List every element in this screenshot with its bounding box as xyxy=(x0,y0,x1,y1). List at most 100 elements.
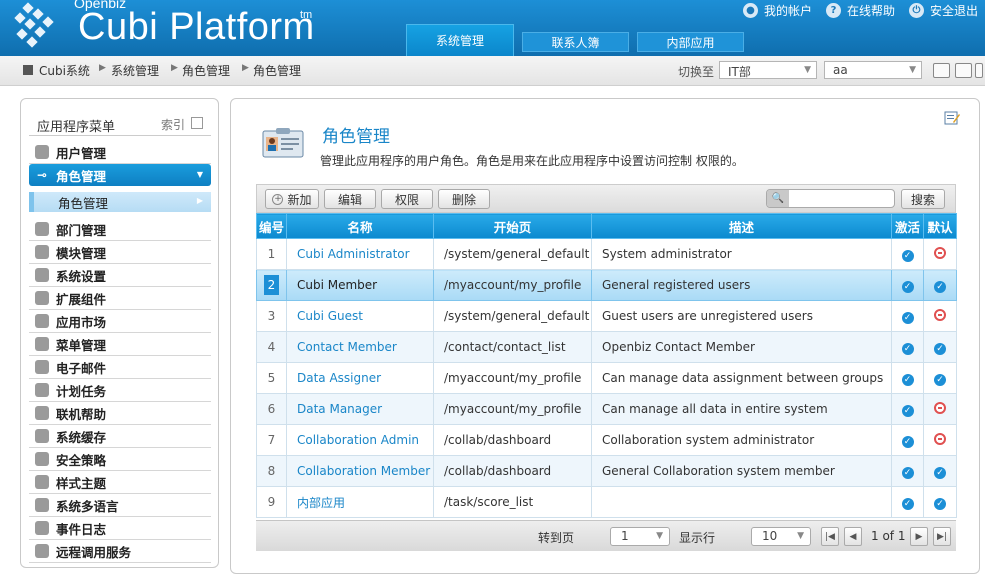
sidebar: 应用程序菜单 索引 用户管理 ⊸ 角色管理 ▼ 角色管理 ▶ 部门管理 模块管理 系统… xyxy=(20,98,219,568)
check-icon: ✓ xyxy=(934,466,946,479)
log-icon xyxy=(35,521,49,535)
column-header-description[interactable]: 描述 xyxy=(591,213,892,239)
table-row[interactable]: 7 Collaboration Admin /collab/dashboard … xyxy=(256,424,957,456)
role-name-link[interactable]: Cubi Member xyxy=(286,269,434,301)
check-icon: ✓ xyxy=(901,249,914,262)
check-icon: ✓ xyxy=(901,497,914,510)
search-input[interactable]: 🔍 xyxy=(766,189,895,208)
page-title: 角色管理 xyxy=(322,127,390,147)
role-name-link[interactable]: Cubi Administrator xyxy=(286,238,434,270)
sidebar-item-label: 远程调用服务 xyxy=(56,544,132,560)
start-page: /myaccount/my_profile xyxy=(433,362,592,394)
start-page: /task/score_list xyxy=(433,486,592,518)
search-button[interactable]: 搜索 xyxy=(901,189,945,209)
table-row[interactable]: 4 Contact Member /contact/contact_list O… xyxy=(256,331,957,363)
table-row[interactable]: 1 Cubi Administrator /system/general_def… xyxy=(256,238,957,270)
role-name-link[interactable]: 内部应用 xyxy=(286,486,434,518)
sidebar-item-languages[interactable]: 系统多语言 xyxy=(29,494,211,517)
power-icon: ⏻ xyxy=(909,3,924,18)
tab-system-management[interactable]: 系统管理 xyxy=(406,24,514,56)
shield-icon xyxy=(35,452,49,466)
chevron-down-icon: ▼ xyxy=(804,65,811,75)
sidebar-item-cache[interactable]: 系统缓存 xyxy=(29,425,211,448)
table-row[interactable]: 3 Cubi Guest /system/general_default Gue… xyxy=(256,300,957,332)
prev-page-button[interactable]: ◀ xyxy=(844,527,862,546)
sidebar-item-themes[interactable]: 样式主题 xyxy=(29,471,211,494)
sidebar-item-eventlog[interactable]: 事件日志 xyxy=(29,517,211,540)
sidebar-item-webservice[interactable]: 远程调用服务 xyxy=(29,540,211,563)
role-name-link[interactable]: Collaboration Admin xyxy=(286,424,434,456)
online-help-link[interactable]: ? 在线帮助 xyxy=(826,2,895,19)
rows-per-page-select[interactable]: 10 ▼ xyxy=(751,527,811,546)
breadcrumb-item-cubi[interactable]: Cubi系统 xyxy=(39,62,90,79)
tab-contacts[interactable]: 联系人簿 xyxy=(522,32,629,52)
edit-button[interactable]: 编辑 xyxy=(324,189,376,209)
edit-settings-icon[interactable] xyxy=(933,63,950,78)
comment-icon[interactable] xyxy=(955,63,972,78)
logout-link[interactable]: ⏻ 安全退出 xyxy=(909,2,978,19)
breadcrumb-item-system[interactable]: 系统管理 xyxy=(111,62,159,79)
sidebar-item-menus[interactable]: 菜单管理 xyxy=(29,333,211,356)
breadcrumb-separator-icon: ▶ xyxy=(171,63,178,73)
sidebar-item-market[interactable]: 应用市场 xyxy=(29,310,211,333)
sidebar-item-help[interactable]: 联机帮助 xyxy=(29,402,211,425)
column-header-active[interactable]: 激活 xyxy=(891,213,924,239)
breadcrumb-item-role[interactable]: 角色管理 xyxy=(182,62,230,79)
clock-icon xyxy=(35,383,49,397)
sidebar-item-settings[interactable]: 系统设置 xyxy=(29,264,211,287)
sidebar-item-label: 部门管理 xyxy=(56,222,107,238)
tab-internal-apps[interactable]: 内部应用 xyxy=(637,32,744,52)
start-page: /myaccount/my_profile xyxy=(433,269,592,301)
sidebar-item-security[interactable]: 安全策略 xyxy=(29,448,211,471)
table-row[interactable]: 6 Data Manager /myaccount/my_profile Can… xyxy=(256,393,957,425)
row-number: 3 xyxy=(256,300,287,332)
role-name-link[interactable]: Data Manager xyxy=(286,393,434,425)
sidebar-item-cron[interactable]: 计划任务 xyxy=(29,379,211,402)
sidebar-item-extensions[interactable]: 扩展组件 xyxy=(29,287,211,310)
my-account-link[interactable]: ● 我的帐户 xyxy=(743,2,812,19)
list-icon[interactable] xyxy=(191,117,203,129)
role-name-link[interactable]: Data Assigner xyxy=(286,362,434,394)
table-row[interactable]: 9 内部应用 /task/score_list ✓ ✓ xyxy=(256,486,957,518)
sidebar-item-roles[interactable]: ⊸ 角色管理 ▼ xyxy=(29,164,211,186)
role-name-link[interactable]: Collaboration Member xyxy=(286,455,434,487)
row-number: 2 xyxy=(264,275,279,295)
role-description: Collaboration system administrator xyxy=(591,424,892,456)
no-entry-icon xyxy=(934,246,946,259)
table-row[interactable]: 8 Collaboration Member /collab/dashboard… xyxy=(256,455,957,487)
next-page-button[interactable]: ▶ xyxy=(910,527,928,546)
last-page-button[interactable]: ▶| xyxy=(933,527,951,546)
role-description xyxy=(591,486,892,518)
first-page-button[interactable]: |◀ xyxy=(821,527,839,546)
user-select[interactable]: aa ▼ xyxy=(824,61,922,79)
sidebar-item-label: 电子邮件 xyxy=(56,360,107,376)
page-select[interactable]: 1 ▼ xyxy=(610,527,670,546)
permission-button[interactable]: 权限 xyxy=(381,189,433,209)
help-icon: ? xyxy=(826,3,841,18)
sidebar-index-link[interactable]: 索引 xyxy=(161,116,185,133)
new-button[interactable]: + 新加 xyxy=(265,189,319,209)
module-icon xyxy=(35,245,49,259)
column-header-start-page[interactable]: 开始页 xyxy=(433,213,592,239)
sidebar-item-label: 安全策略 xyxy=(56,452,107,468)
department-select[interactable]: IT部 ▼ xyxy=(719,61,817,79)
sidebar-item-email[interactable]: 电子邮件 xyxy=(29,356,211,379)
table-row-selected[interactable]: 2 Cubi Member /myaccount/my_profile Gene… xyxy=(256,269,957,301)
row-number: 5 xyxy=(256,362,287,394)
column-header-number[interactable]: 编号 xyxy=(256,213,287,239)
row-number: 4 xyxy=(256,331,287,363)
sidebar-item-departments[interactable]: 部门管理 xyxy=(29,218,211,241)
switch-label: 切换至 xyxy=(678,65,715,79)
sidebar-item-users[interactable]: 用户管理 xyxy=(29,141,211,164)
role-name-link[interactable]: Cubi Guest xyxy=(286,300,434,332)
sidebar-subitem-roles[interactable]: 角色管理 ▶ xyxy=(29,192,211,212)
column-header-name[interactable]: 名称 xyxy=(286,213,434,239)
sidebar-item-modules[interactable]: 模块管理 xyxy=(29,241,211,264)
column-header-default[interactable]: 默认 xyxy=(923,213,957,239)
delete-button[interactable]: 删除 xyxy=(438,189,490,209)
table-row[interactable]: 5 Data Assigner /myaccount/my_profile Ca… xyxy=(256,362,957,394)
role-name-link[interactable]: Contact Member xyxy=(286,331,434,363)
goto-page-label: 转到页 xyxy=(538,531,575,545)
more-icon[interactable] xyxy=(975,63,983,78)
edit-icon[interactable] xyxy=(944,110,960,126)
